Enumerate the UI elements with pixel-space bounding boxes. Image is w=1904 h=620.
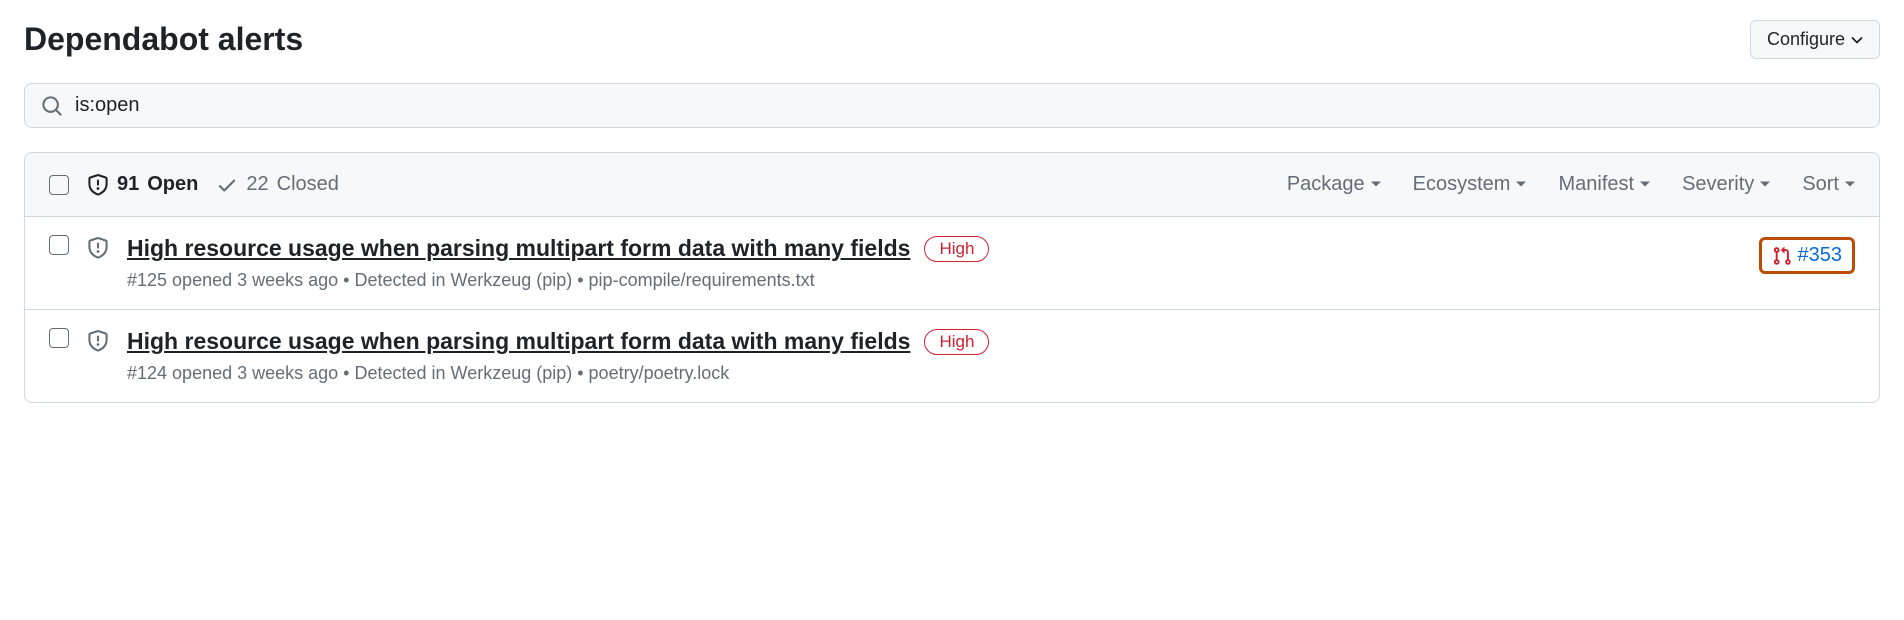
caret-down-icon <box>1851 36 1863 44</box>
severity-badge: High <box>924 329 989 355</box>
search-box[interactable] <box>24 83 1880 128</box>
filter-manifest[interactable]: Manifest <box>1558 173 1650 196</box>
alert-title-link[interactable]: High resource usage when parsing multipa… <box>127 328 910 355</box>
alert-meta: #125 opened 3 weeks ago • Detected in We… <box>127 270 1741 291</box>
filter-package[interactable]: Package <box>1287 173 1381 196</box>
caret-down-icon <box>1845 181 1855 188</box>
list-header: 91 Open 22 Closed Package Ecosystem Mani… <box>25 153 1879 217</box>
filter-sort-label: Sort <box>1802 173 1839 196</box>
filter-ecosystem-label: Ecosystem <box>1413 173 1511 196</box>
alert-meta: #124 opened 3 weeks ago • Detected in We… <box>127 363 1855 384</box>
closed-filter[interactable]: 22 Closed <box>216 173 339 196</box>
pr-link[interactable]: #353 <box>1759 237 1856 274</box>
page-title: Dependabot alerts <box>24 21 303 58</box>
alert-checkbox[interactable] <box>49 235 69 255</box>
filter-severity-label: Severity <box>1682 173 1754 196</box>
shield-alert-icon <box>87 330 109 352</box>
open-label: Open <box>147 173 198 196</box>
severity-badge: High <box>924 236 989 262</box>
filter-sort[interactable]: Sort <box>1802 173 1855 196</box>
search-icon <box>41 95 63 117</box>
closed-count: 22 <box>246 173 268 196</box>
pull-request-icon <box>1772 246 1792 266</box>
check-icon <box>216 174 238 196</box>
filter-ecosystem[interactable]: Ecosystem <box>1413 173 1527 196</box>
alert-title-link[interactable]: High resource usage when parsing multipa… <box>127 235 910 262</box>
filter-package-label: Package <box>1287 173 1365 196</box>
pr-number: #353 <box>1798 244 1843 267</box>
closed-label: Closed <box>277 173 339 196</box>
search-input[interactable] <box>75 94 1863 117</box>
filter-manifest-label: Manifest <box>1558 173 1634 196</box>
filter-severity[interactable]: Severity <box>1682 173 1770 196</box>
configure-label: Configure <box>1767 29 1845 50</box>
shield-alert-icon <box>87 237 109 259</box>
caret-down-icon <box>1640 181 1650 188</box>
alert-checkbox[interactable] <box>49 328 69 348</box>
caret-down-icon <box>1760 181 1770 188</box>
caret-down-icon <box>1371 181 1381 188</box>
open-count: 91 <box>117 173 139 196</box>
select-all-checkbox[interactable] <box>49 175 69 195</box>
open-filter[interactable]: 91 Open <box>87 173 198 196</box>
alert-row: High resource usage when parsing multipa… <box>25 217 1879 310</box>
alerts-list: 91 Open 22 Closed Package Ecosystem Mani… <box>24 152 1880 403</box>
shield-alert-icon <box>87 174 109 196</box>
alert-row: High resource usage when parsing multipa… <box>25 310 1879 402</box>
configure-button[interactable]: Configure <box>1750 20 1880 59</box>
caret-down-icon <box>1516 181 1526 188</box>
